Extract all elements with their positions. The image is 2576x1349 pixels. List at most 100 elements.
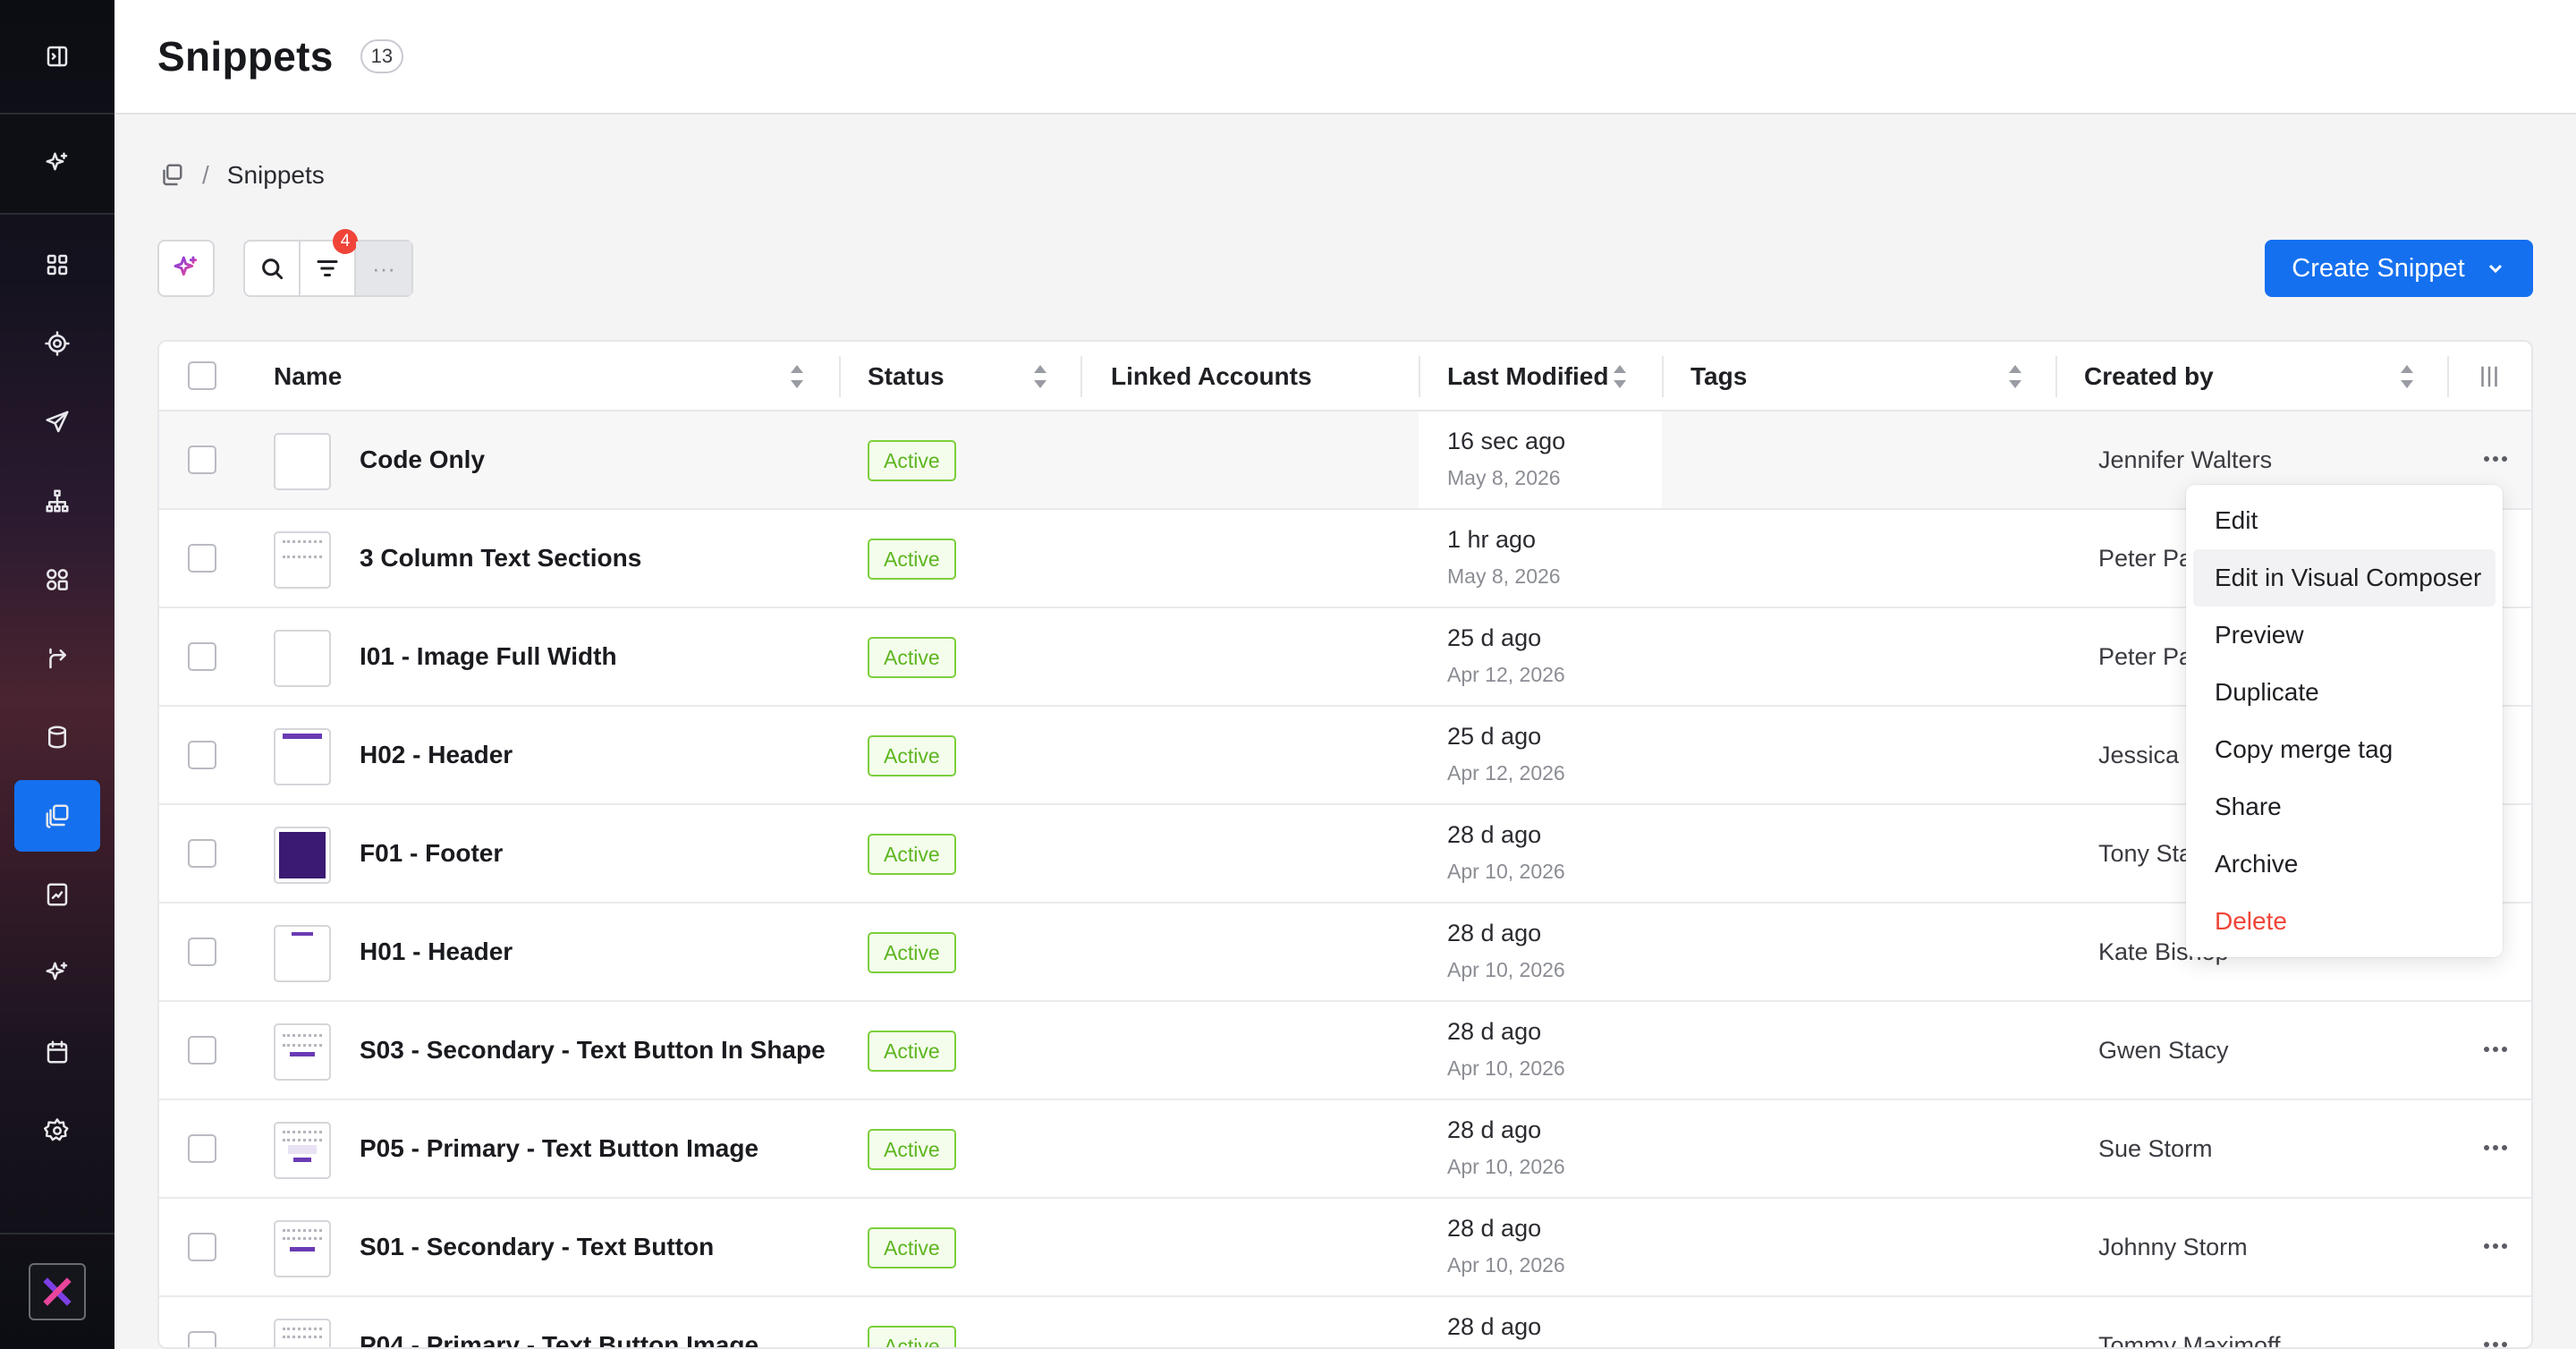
more-tools-button[interactable]: ··· — [356, 242, 411, 295]
row-checkbox[interactable] — [188, 544, 216, 573]
status-badge: Active — [868, 539, 956, 580]
sidebar-item-data[interactable] — [14, 701, 100, 773]
sidebar-item-hierarchy[interactable] — [14, 465, 100, 537]
menu-item-preview[interactable]: Preview — [2193, 607, 2496, 664]
menu-item-share[interactable]: Share — [2193, 778, 2496, 836]
row-checkbox[interactable] — [188, 445, 216, 474]
table-row[interactable]: S01 - Secondary - Text Button Active 28 … — [159, 1199, 2531, 1297]
route-icon — [49, 648, 66, 669]
row-checkbox[interactable] — [188, 1036, 216, 1065]
filter-button[interactable]: 4 — [301, 229, 358, 295]
collapse-sidebar-button[interactable] — [0, 0, 114, 115]
table-row[interactable]: H01 - Header Active 28 d ago Apr 10, 202… — [159, 904, 2531, 1002]
sidebar-item-campaigns[interactable] — [14, 386, 100, 458]
calendar-icon — [47, 1040, 68, 1064]
column-header-linked-accounts: Linked Accounts — [1111, 362, 1312, 390]
created-by: Peter Pa — [2098, 544, 2193, 572]
row-checkbox[interactable] — [188, 642, 216, 671]
sidebar-item-snippets[interactable] — [14, 780, 100, 852]
brand-x-icon — [43, 1277, 72, 1306]
search-button[interactable] — [245, 242, 301, 295]
table-row[interactable]: I01 - Image Full Width Active 25 d ago A… — [159, 608, 2531, 707]
database-icon — [48, 725, 66, 749]
sidebar-item-ai[interactable] — [14, 938, 100, 1009]
workspace-switcher[interactable] — [0, 1233, 114, 1349]
snippet-name[interactable]: I01 - Image Full Width — [360, 608, 617, 705]
column-header-tags[interactable]: Tags — [1690, 342, 1747, 411]
row-checkbox[interactable] — [188, 839, 216, 868]
menu-item-copy-merge-tag[interactable]: Copy merge tag — [2193, 721, 2496, 778]
status-badge: Active — [868, 637, 956, 678]
last-modified-cell: 28 d ago Apr 10, 2026 — [1447, 1116, 1565, 1179]
sidebar-item-calendar[interactable] — [14, 1016, 100, 1088]
table-row[interactable]: 3 Column Text Sections Active 1 hr ago M… — [159, 510, 2531, 608]
row-checkbox[interactable] — [188, 1331, 216, 1347]
column-header-last-modified[interactable]: Last Modified — [1447, 342, 1608, 411]
modified-relative: 28 d ago — [1447, 1116, 1542, 1143]
sidebar-item-components[interactable] — [14, 544, 100, 615]
snippet-name[interactable]: S03 - Secondary - Text Button In Shape — [360, 1002, 826, 1099]
copy-stack-icon[interactable] — [157, 162, 184, 189]
menu-item-archive[interactable]: Archive — [2193, 836, 2496, 893]
create-snippet-button[interactable]: Create Snippet — [2265, 240, 2533, 297]
table-row[interactable]: P04 - Primary - Text Button Image Active… — [159, 1297, 2531, 1347]
table-tools-group: 4 ··· — [243, 229, 413, 297]
target-icon — [45, 331, 70, 356]
row-checkbox[interactable] — [188, 1134, 216, 1163]
sidebar-item-journeys[interactable] — [14, 623, 100, 694]
last-modified-cell: 1 hr ago May 8, 2026 — [1447, 526, 1561, 589]
snippet-name[interactable]: Code Only — [360, 411, 485, 508]
row-actions-button[interactable] — [2478, 1036, 2513, 1063]
row-checkbox[interactable] — [188, 938, 216, 966]
menu-item-edit-visual-composer[interactable]: Edit in Visual Composer — [2193, 549, 2496, 607]
sidebar-item-reports[interactable] — [14, 859, 100, 930]
column-settings-icon[interactable] — [2476, 363, 2503, 390]
row-checkbox[interactable] — [188, 1233, 216, 1261]
sidebar-item-targeting[interactable] — [14, 308, 100, 379]
report-icon — [47, 883, 68, 906]
table-row[interactable]: H02 - Header Active 25 d ago Apr 12, 202… — [159, 707, 2531, 805]
snippet-name[interactable]: F01 - Footer — [360, 805, 503, 902]
sort-created-icon[interactable] — [2401, 365, 2413, 388]
snippet-name[interactable]: S01 - Secondary - Text Button — [360, 1199, 714, 1295]
last-modified-cell: 28 d ago Apr 10, 2026 — [1447, 821, 1565, 884]
filter-count-badge: 4 — [333, 229, 358, 254]
breadcrumb-current: Snippets — [226, 161, 325, 189]
modified-date: Apr 10, 2026 — [1447, 860, 1565, 883]
column-divider — [1080, 356, 1082, 397]
modified-date: Apr 10, 2026 — [1447, 1056, 1565, 1080]
sort-name-icon[interactable] — [791, 365, 803, 388]
snippet-name[interactable]: P04 - Primary - Text Button Image — [360, 1297, 758, 1347]
ai-assistant-button[interactable] — [0, 115, 114, 215]
row-actions-button[interactable] — [2478, 1331, 2513, 1347]
row-checkbox[interactable] — [188, 741, 216, 769]
snippet-name[interactable]: P05 - Primary - Text Button Image — [360, 1100, 758, 1197]
table-row[interactable]: F01 - Footer Active 28 d ago Apr 10, 202… — [159, 805, 2531, 904]
sparkle-icon — [46, 962, 68, 980]
row-actions-button[interactable] — [2478, 445, 2513, 472]
sidebar-item-dashboard[interactable] — [14, 229, 100, 301]
column-header-created-by[interactable]: Created by — [2084, 342, 2214, 411]
panel-collapse-icon — [47, 46, 68, 67]
row-actions-button[interactable] — [2478, 1233, 2513, 1260]
snippet-thumbnail — [274, 1319, 331, 1347]
column-header-name[interactable]: Name — [274, 342, 342, 411]
table-row[interactable]: P05 - Primary - Text Button Image Active… — [159, 1100, 2531, 1199]
menu-item-delete[interactable]: Delete — [2193, 893, 2496, 950]
table-row[interactable]: S03 - Secondary - Text Button In Shape A… — [159, 1002, 2531, 1100]
row-actions-button[interactable] — [2478, 1134, 2513, 1161]
column-header-status[interactable]: Status — [868, 342, 945, 411]
sort-tags-icon[interactable] — [2009, 365, 2021, 388]
table-row[interactable]: Code Only Active 16 sec ago May 8, 2026 … — [159, 411, 2531, 510]
sidebar-item-settings[interactable] — [14, 1095, 100, 1167]
snippet-name[interactable]: H01 - Header — [360, 904, 513, 1000]
snippet-name[interactable]: 3 Column Text Sections — [360, 510, 641, 607]
snippet-name[interactable]: H02 - Header — [360, 707, 513, 803]
select-all-checkbox[interactable] — [188, 361, 216, 390]
sort-modified-icon[interactable] — [1614, 365, 1626, 388]
menu-item-edit[interactable]: Edit — [2193, 492, 2496, 549]
sort-status-icon[interactable] — [1034, 365, 1046, 388]
menu-item-duplicate[interactable]: Duplicate — [2193, 664, 2496, 721]
column-divider — [839, 356, 841, 397]
ai-generate-button[interactable] — [157, 240, 215, 297]
